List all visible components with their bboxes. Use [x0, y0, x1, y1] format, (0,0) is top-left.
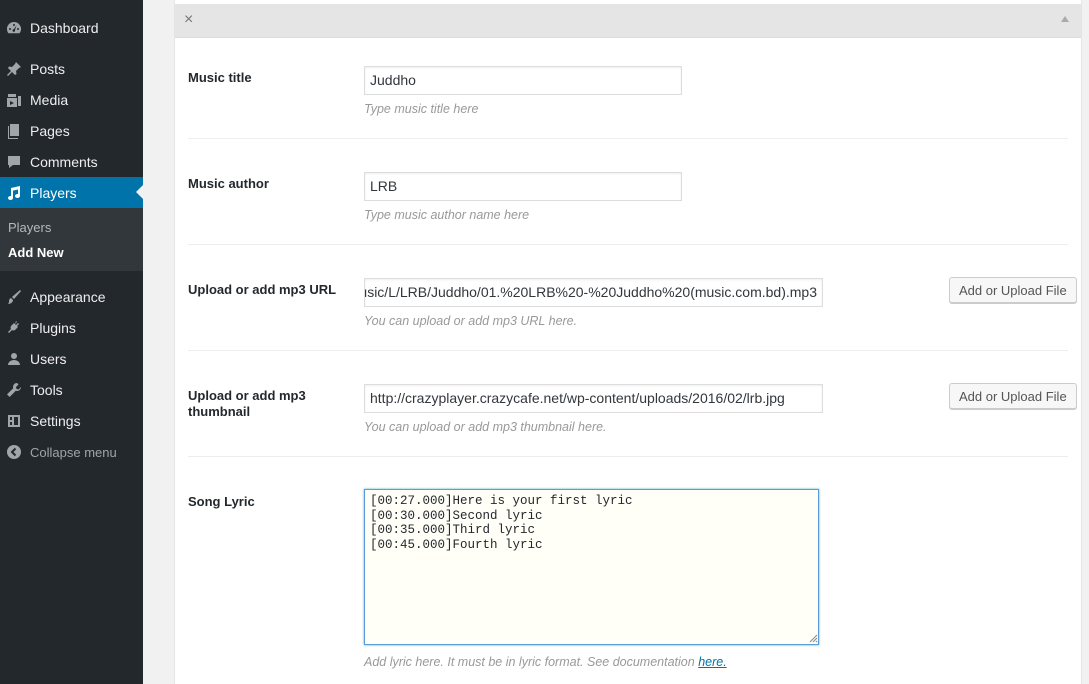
- menu-label-dashboard: Dashboard: [30, 20, 99, 36]
- collapse-arrow-icon: [0, 444, 28, 460]
- menu-item-pages[interactable]: Pages: [0, 116, 143, 146]
- menu-item-posts[interactable]: Posts: [0, 54, 143, 84]
- song-lyric-hint: Add lyric here. It must be in lyric form…: [364, 655, 727, 669]
- menu-label-plugins: Plugins: [30, 320, 76, 336]
- mp3-url-label: Upload or add mp3 URL: [188, 282, 337, 297]
- menu-item-plugins[interactable]: Plugins: [0, 313, 143, 343]
- music-author-input[interactable]: LRB: [364, 172, 682, 201]
- row-divider: [188, 350, 1068, 351]
- menu-label-posts: Posts: [30, 61, 66, 77]
- music-author-label: Music author: [188, 176, 269, 191]
- menu-item-dashboard[interactable]: Dashboard: [0, 13, 143, 43]
- mp3-upload-button[interactable]: Add or Upload File: [949, 277, 1077, 303]
- menu-item-tools[interactable]: Tools: [0, 375, 143, 405]
- mp3-url-input[interactable]: http://music.com.bd/download/Music/L/LRB…: [364, 278, 823, 307]
- menu-label-players: Players: [30, 184, 77, 201]
- settings-icon: [0, 413, 28, 429]
- row-divider: [188, 456, 1068, 457]
- menu-item-appearance[interactable]: Appearance: [0, 282, 143, 312]
- music-title-input[interactable]: Juddho: [364, 66, 682, 95]
- menu-label-pages: Pages: [30, 123, 70, 139]
- menu-item-settings[interactable]: Settings: [0, 406, 143, 436]
- mp3-thumbnail-hint: You can upload or add mp3 thumbnail here…: [364, 420, 607, 434]
- dashboard-icon: [0, 20, 28, 36]
- menu-label-tools: Tools: [30, 382, 63, 398]
- row-divider: [188, 138, 1068, 139]
- mp3-thumbnail-label: Upload or add mp3 thumbnail: [188, 388, 306, 419]
- documentation-link[interactable]: here.: [698, 655, 727, 669]
- close-icon[interactable]: ×: [184, 12, 193, 28]
- media-icon: [0, 92, 28, 108]
- submenu-item-players[interactable]: Players: [8, 220, 51, 235]
- music-title-hint: Type music title here: [364, 102, 479, 116]
- music-author-hint: Type music author name here: [364, 208, 530, 222]
- plugin-icon: [0, 320, 28, 336]
- player-meta-box: × Music title Juddho Type music title he…: [174, 0, 1082, 684]
- thumbnail-upload-button[interactable]: Add or Upload File: [949, 383, 1077, 409]
- players-submenu: Players Add New: [0, 208, 143, 271]
- song-lyric-hint-text: Add lyric here. It must be in lyric form…: [364, 655, 699, 669]
- comment-icon: [0, 154, 28, 170]
- song-lyric-textarea[interactable]: [00:27.000]Here is your first lyric [00:…: [364, 489, 819, 645]
- menu-item-users[interactable]: Users: [0, 344, 143, 374]
- admin-sidebar: Dashboard Posts Media Pages Comments Pla…: [0, 0, 143, 684]
- menu-label-appearance: Appearance: [30, 289, 106, 305]
- mp3-url-hint: You can upload or add mp3 URL here.: [364, 314, 578, 328]
- brush-icon: [0, 289, 28, 305]
- pages-icon: [0, 123, 28, 139]
- music-note-icon: [0, 185, 28, 201]
- user-icon: [0, 351, 28, 367]
- menu-item-media[interactable]: Media: [0, 85, 143, 115]
- menu-item-players[interactable]: Players: [0, 177, 143, 208]
- menu-label-settings: Settings: [30, 413, 81, 429]
- menu-label-users: Users: [30, 351, 67, 367]
- toggle-arrow-icon[interactable]: [1061, 16, 1069, 22]
- menu-label-comments: Comments: [30, 154, 98, 170]
- pin-icon: [0, 61, 28, 77]
- mp3-thumbnail-input[interactable]: http://crazyplayer.crazycafe.net/wp-cont…: [364, 384, 823, 413]
- resize-handle-icon[interactable]: [809, 634, 818, 643]
- submenu-item-add-new[interactable]: Add New: [8, 245, 64, 260]
- music-title-label: Music title: [188, 70, 252, 85]
- row-divider: [188, 244, 1068, 245]
- menu-label-media: Media: [30, 92, 69, 108]
- song-lyric-label: Song Lyric: [188, 494, 255, 509]
- collapse-menu-label: Collapse menu: [30, 444, 117, 460]
- wrench-icon: [0, 382, 28, 398]
- collapse-menu-button[interactable]: Collapse menu: [0, 437, 143, 467]
- meta-box-header: ×: [175, 4, 1081, 38]
- menu-item-comments[interactable]: Comments: [0, 147, 143, 177]
